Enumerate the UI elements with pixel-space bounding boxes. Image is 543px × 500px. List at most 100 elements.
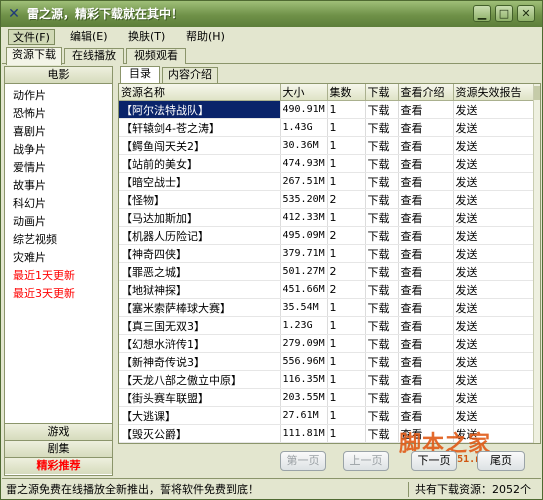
- category-item[interactable]: 科幻片: [13, 195, 46, 213]
- table-row[interactable]: 【鳄鱼闯天关2】 30.36M 1 下载 查看 发送: [119, 136, 535, 155]
- cell-download-link[interactable]: 下载: [365, 388, 399, 407]
- tab-online-play[interactable]: 在线播放: [64, 48, 124, 64]
- cell-view-link[interactable]: 查看: [398, 406, 454, 425]
- cell-view-link[interactable]: 查看: [398, 262, 454, 281]
- cell-view-link[interactable]: 查看: [398, 136, 454, 155]
- cell-view-link[interactable]: 查看: [398, 388, 454, 407]
- column-header-report[interactable]: 资源失效报告: [453, 84, 535, 101]
- table-row[interactable]: 【机器人历险记】 495.09M 2 下载 查看 发送: [119, 226, 535, 245]
- table-row[interactable]: 【真三国无双3】 1.23G 1 下载 查看 发送: [119, 316, 535, 335]
- cell-report-link[interactable]: 发送: [453, 136, 535, 155]
- cell-name[interactable]: 【大逃课】: [119, 406, 281, 425]
- close-button[interactable]: ✕: [517, 5, 535, 22]
- table-row[interactable]: 【轩辕剑4-苍之涛】 1.43G 1 下载 查看 发送: [119, 118, 535, 137]
- cell-report-link[interactable]: 发送: [453, 190, 535, 209]
- cell-view-link[interactable]: 查看: [398, 316, 454, 335]
- cell-download-link[interactable]: 下载: [365, 298, 399, 317]
- category-item[interactable]: 动画片: [13, 213, 46, 231]
- tab-content-intro[interactable]: 内容介绍: [162, 67, 218, 83]
- cell-report-link[interactable]: 发送: [453, 406, 535, 425]
- prev-page-button[interactable]: 上一页: [343, 451, 389, 471]
- tab-resource-download[interactable]: 资源下载: [6, 47, 62, 65]
- category-recent-1day[interactable]: 最近1天更新: [13, 267, 75, 285]
- cell-view-link[interactable]: 查看: [398, 118, 454, 137]
- cell-name[interactable]: 【地狱神探】: [119, 280, 281, 299]
- cell-report-link[interactable]: 发送: [453, 262, 535, 281]
- table-row[interactable]: 【塞米索萨棒球大赛】 35.54M 1 下载 查看 发送: [119, 298, 535, 317]
- title-bar[interactable]: ✕ 雷之源，精彩下载就在其中！ ▁ □ ✕: [1, 1, 542, 27]
- table-row[interactable]: 【天龙八部之傲立中原】 116.35M 1 下载 查看 发送: [119, 370, 535, 389]
- column-header-view[interactable]: 查看介绍: [398, 84, 454, 101]
- cell-download-link[interactable]: 下载: [365, 262, 399, 281]
- cell-download-link[interactable]: 下载: [365, 136, 399, 155]
- table-scrollbar[interactable]: [533, 84, 540, 443]
- cell-download-link[interactable]: 下载: [365, 424, 399, 443]
- next-page-button[interactable]: 下一页: [411, 451, 457, 471]
- cell-name[interactable]: 【轩辕剑4-苍之涛】: [119, 118, 281, 137]
- column-header-name[interactable]: 资源名称: [119, 84, 281, 101]
- menu-file[interactable]: 文件(F): [8, 29, 55, 45]
- table-row[interactable]: 【阿尔法特战队】 490.91M 1 下载 查看 发送: [119, 100, 535, 119]
- cell-download-link[interactable]: 下载: [365, 334, 399, 353]
- cell-download-link[interactable]: 下载: [365, 280, 399, 299]
- cell-name[interactable]: 【毁灭公爵】: [119, 424, 281, 443]
- category-header[interactable]: 电影: [5, 67, 112, 84]
- cell-name[interactable]: 【幻想水浒传1】: [119, 334, 281, 353]
- cell-name[interactable]: 【阿尔法特战队】: [119, 100, 281, 119]
- cell-name[interactable]: 【罪恶之城】: [119, 262, 281, 281]
- cell-download-link[interactable]: 下载: [365, 442, 399, 443]
- first-page-button[interactable]: 第一页: [280, 451, 326, 471]
- cell-download-link[interactable]: 下载: [365, 226, 399, 245]
- cell-name[interactable]: 【神奇四侠】: [119, 244, 281, 263]
- cell-report-link[interactable]: 发送: [453, 208, 535, 227]
- cell-name[interactable]: 【天龙八部之傲立中原】: [119, 370, 281, 389]
- cell-name[interactable]: 【塞米索萨棒球大赛】: [119, 298, 281, 317]
- table-row[interactable]: 【罪恶之城】 501.27M 2 下载 查看 发送: [119, 262, 535, 281]
- cell-report-link[interactable]: 发送: [453, 352, 535, 371]
- table-row[interactable]: 【新神奇传说3】 556.96M 1 下载 查看 发送: [119, 352, 535, 371]
- table-row[interactable]: 【马达加斯加】 412.33M 1 下载 查看 发送: [119, 208, 535, 227]
- section-series[interactable]: 剧集: [5, 440, 112, 457]
- cell-report-link[interactable]: 发送: [453, 370, 535, 389]
- cell-name[interactable]: 【机器人历险记】: [119, 226, 281, 245]
- cell-name[interactable]: 【太空出租车】: [119, 442, 281, 443]
- menu-edit[interactable]: 编辑(E): [66, 29, 112, 45]
- cell-report-link[interactable]: 发送: [453, 388, 535, 407]
- cell-report-link[interactable]: 发送: [453, 226, 535, 245]
- cell-name[interactable]: 【怪物】: [119, 190, 281, 209]
- column-header-size[interactable]: 大小: [280, 84, 328, 101]
- table-row[interactable]: 【地狱神探】 451.66M 2 下载 查看 发送: [119, 280, 535, 299]
- cell-report-link[interactable]: 发送: [453, 154, 535, 173]
- cell-view-link[interactable]: 查看: [398, 154, 454, 173]
- cell-view-link[interactable]: 查看: [398, 352, 454, 371]
- cell-download-link[interactable]: 下载: [365, 316, 399, 335]
- category-item[interactable]: 综艺视频: [13, 231, 57, 249]
- cell-view-link[interactable]: 查看: [398, 172, 454, 191]
- cell-name[interactable]: 【站前的美女】: [119, 154, 281, 173]
- cell-report-link[interactable]: 发送: [453, 244, 535, 263]
- category-item[interactable]: 战争片: [13, 141, 46, 159]
- cell-view-link[interactable]: 查看: [398, 298, 454, 317]
- cell-report-link[interactable]: 发送: [453, 100, 535, 119]
- cell-download-link[interactable]: 下载: [365, 190, 399, 209]
- cell-download-link[interactable]: 下载: [365, 100, 399, 119]
- cell-download-link[interactable]: 下载: [365, 244, 399, 263]
- table-row[interactable]: 【站前的美女】 474.93M 1 下载 查看 发送: [119, 154, 535, 173]
- cell-view-link[interactable]: 查看: [398, 226, 454, 245]
- cell-report-link[interactable]: 发送: [453, 298, 535, 317]
- cell-view-link[interactable]: 查看: [398, 208, 454, 227]
- category-item[interactable]: 恐怖片: [13, 105, 46, 123]
- cell-name[interactable]: 【暗空战士】: [119, 172, 281, 191]
- category-item[interactable]: 动作片: [13, 87, 46, 105]
- table-row[interactable]: 【街头赛车联盟】 203.55M 1 下载 查看 发送: [119, 388, 535, 407]
- tab-directory[interactable]: 目录: [120, 66, 160, 83]
- column-header-episodes[interactable]: 集数: [327, 84, 366, 101]
- cell-view-link[interactable]: 查看: [398, 190, 454, 209]
- cell-view-link[interactable]: 查看: [398, 334, 454, 353]
- category-item[interactable]: 爱情片: [13, 159, 46, 177]
- cell-view-link[interactable]: 查看: [398, 100, 454, 119]
- cell-download-link[interactable]: 下载: [365, 118, 399, 137]
- menu-skin[interactable]: 换肤(T): [124, 29, 169, 45]
- cell-name[interactable]: 【新神奇传说3】: [119, 352, 281, 371]
- maximize-button[interactable]: □: [495, 5, 513, 22]
